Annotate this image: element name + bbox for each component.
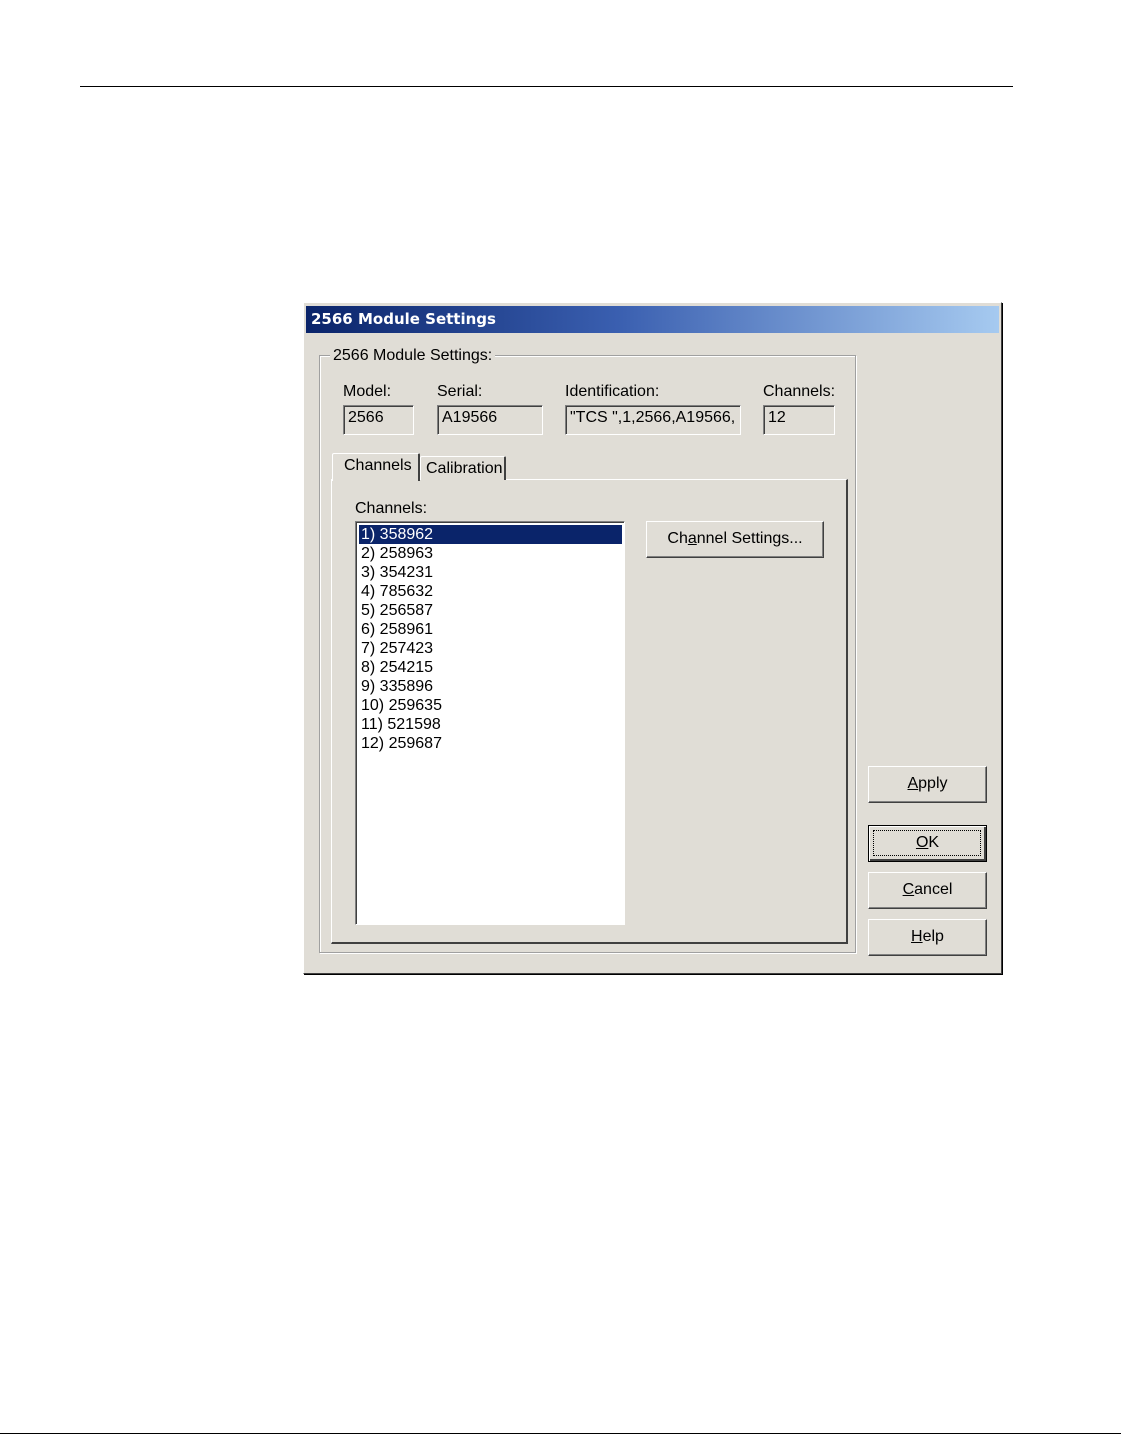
group-label: 2566 Module Settings: <box>330 347 496 365</box>
tab-channels[interactable]: Channels <box>332 453 420 481</box>
model-label: Model: <box>343 383 392 400</box>
serial-label: Serial: <box>437 383 483 400</box>
tab-calibration[interactable]: Calibration <box>420 456 506 480</box>
channel-list-item[interactable]: 10) 259635 <box>359 696 622 715</box>
channels-count-label: Channels: <box>763 383 836 400</box>
channel-settings-button[interactable]: Channel Settings... <box>646 521 824 558</box>
footer-rule <box>0 1433 1121 1434</box>
cancel-button[interactable]: Cancel <box>868 872 987 909</box>
identification-field[interactable]: "TCS ",1,2566,A19566, <box>565 405 741 435</box>
header-rule <box>80 86 1013 87</box>
help-button[interactable]: Help <box>868 919 987 956</box>
channel-list-item[interactable]: 3) 354231 <box>359 563 622 582</box>
model-field[interactable]: 2566 <box>343 405 414 435</box>
channel-list-item[interactable]: 2) 258963 <box>359 544 622 563</box>
manual-page: 2566 Module Settings 2566 Module Setting… <box>0 0 1121 1441</box>
apply-button[interactable]: Apply <box>868 766 987 803</box>
channel-listbox[interactable]: 1) 358962 2) 258963 3) 354231 4) 785632 5) 2… <box>355 521 625 925</box>
identification-label: Identification: <box>565 383 660 400</box>
ok-button[interactable]: OK <box>868 825 987 862</box>
channel-list-item[interactable]: 11) 521598 <box>359 715 622 734</box>
title-bar[interactable]: 2566 Module Settings <box>306 306 999 333</box>
channel-list-item[interactable]: 1) 358962 <box>359 525 622 544</box>
module-settings-dialog: 2566 Module Settings 2566 Module Setting… <box>303 302 1002 974</box>
channels-list-label: Channels: <box>355 500 428 517</box>
channel-list-item[interactable]: 9) 335896 <box>359 677 622 696</box>
dialog-title: 2566 Module Settings <box>311 310 496 328</box>
serial-field[interactable]: A19566 <box>437 405 543 435</box>
channel-list-item[interactable]: 12) 259687 <box>359 734 622 753</box>
channel-list-item[interactable]: 7) 257423 <box>359 639 622 658</box>
channels-count-field[interactable]: 12 <box>763 405 835 435</box>
channel-list-item[interactable]: 8) 254215 <box>359 658 622 677</box>
channel-list-item[interactable]: 4) 785632 <box>359 582 622 601</box>
channel-list-item[interactable]: 5) 256587 <box>359 601 622 620</box>
channel-list-item[interactable]: 6) 258961 <box>359 620 622 639</box>
